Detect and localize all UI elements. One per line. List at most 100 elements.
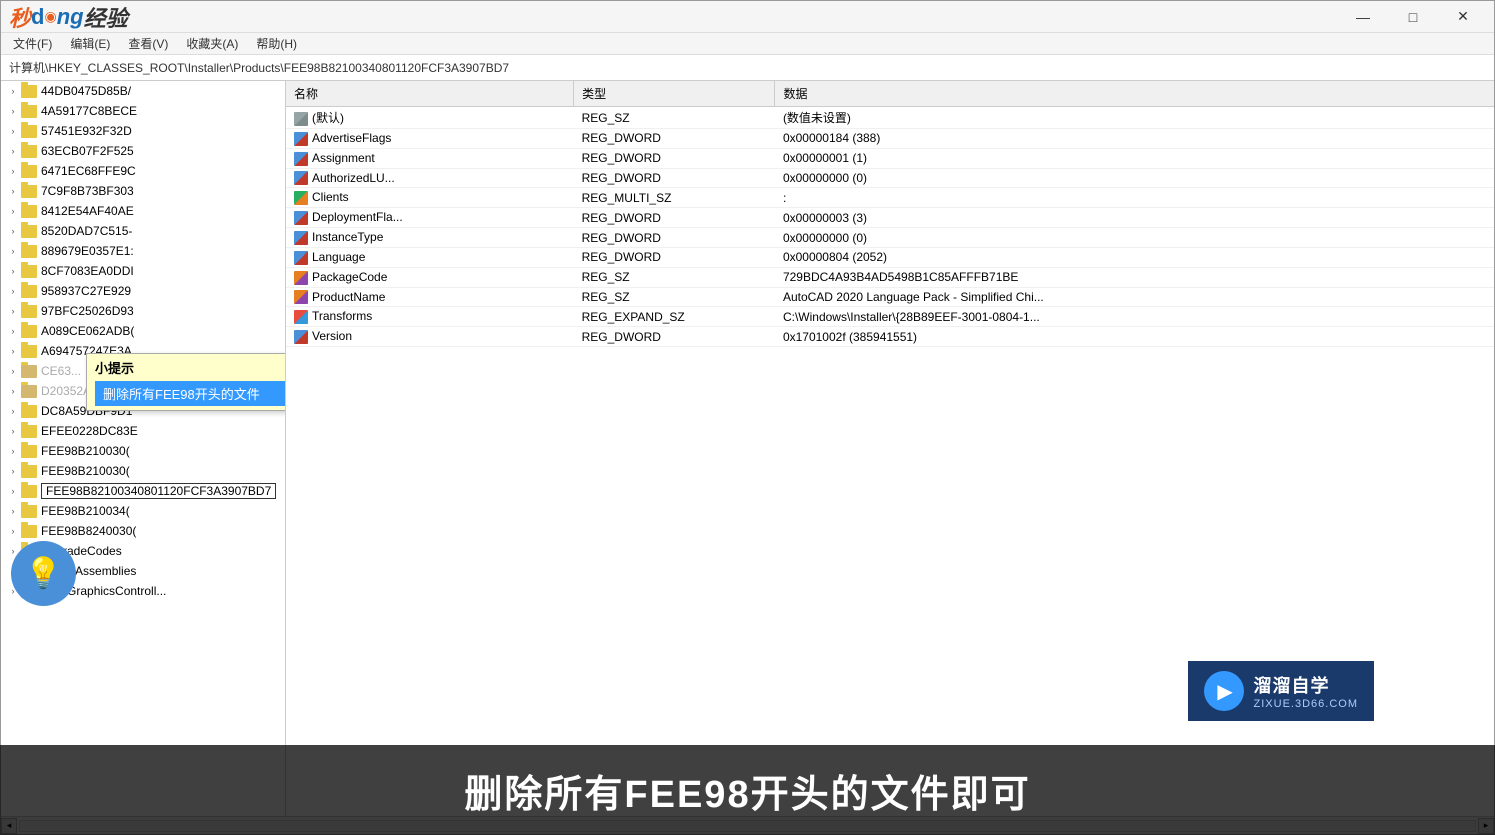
brand-sub-text: ZIXUE.3D66.COM (1254, 698, 1358, 710)
table-row[interactable]: (默认)REG_SZ(数值未设置) (286, 107, 1494, 129)
cell-data: 0x00000003 (3) (775, 208, 1494, 228)
cell-data: : (775, 188, 1494, 208)
minimize-button[interactable]: — (1340, 3, 1386, 31)
cell-name: Version (286, 327, 574, 347)
tree-item[interactable]: › FEE98B210034( (1, 501, 285, 521)
cell-name: AdvertiseFlags (286, 129, 574, 149)
maximize-button[interactable]: □ (1390, 3, 1436, 31)
cell-name: Transforms (286, 307, 574, 327)
menu-view[interactable]: 查看(V) (120, 33, 176, 54)
tree-item[interactable]: › 6471EC68FFE9C (1, 161, 285, 181)
expand-icon: › (5, 463, 21, 479)
lightbulb-container: 💡 (11, 541, 76, 606)
reg-type-icon (294, 330, 308, 344)
cell-type: REG_MULTI_SZ (574, 188, 775, 208)
expand-icon: › (5, 343, 21, 359)
tree-item[interactable]: › 44DB0475D85B/ (1, 81, 285, 101)
reg-type-icon (294, 231, 308, 245)
tree-item[interactable]: › 958937C27E929 (1, 281, 285, 301)
close-button[interactable]: ✕ (1440, 3, 1486, 31)
reg-type-icon (294, 310, 308, 324)
cell-name: AuthorizedLU... (286, 168, 574, 188)
tree-item[interactable]: › FEE98B210030( (1, 441, 285, 461)
folder-icon (21, 245, 37, 258)
cell-type: REG_DWORD (574, 129, 775, 149)
tree-item[interactable]: › 57451E932F32D (1, 121, 285, 141)
tree-label: 8412E54AF40AE (41, 204, 134, 218)
tree-label: 7C9F8B73BF303 (41, 184, 134, 198)
table-row[interactable]: ProductNameREG_SZAutoCAD 2020 Language P… (286, 287, 1494, 307)
table-row[interactable]: AssignmentREG_DWORD0x00000001 (1) (286, 148, 1494, 168)
table-row[interactable]: InstanceTypeREG_DWORD0x00000000 (0) (286, 228, 1494, 248)
expand-icon: › (5, 283, 21, 299)
tree-item[interactable]: › 63ECB07F2F525 (1, 141, 285, 161)
tree-label: 63ECB07F2F525 (41, 144, 134, 158)
lightbulb-icon: 💡 (11, 541, 76, 606)
cell-data: (数值未设置) (775, 107, 1494, 129)
cell-data: 0x00000184 (388) (775, 129, 1494, 149)
tree-item[interactable]: › 8520DAD7C515- (1, 221, 285, 241)
expand-icon: › (5, 403, 21, 419)
tree-item[interactable]: › A089CE062ADB( (1, 321, 285, 341)
expand-icon: › (5, 423, 21, 439)
tree-item[interactable]: › 8412E54AF40AE (1, 201, 285, 221)
table-row[interactable]: LanguageREG_DWORD0x00000804 (2052) (286, 247, 1494, 267)
tree-item[interactable]: › 7C9F8B73BF303 (1, 181, 285, 201)
expand-icon: › (5, 123, 21, 139)
address-bar[interactable]: 计算机\HKEY_CLASSES_ROOT\Installer\Products… (1, 55, 1494, 81)
table-row[interactable]: AuthorizedLU...REG_DWORD0x00000000 (0) (286, 168, 1494, 188)
folder-icon (21, 105, 37, 118)
tree-item[interactable]: › FEE98B210030( (1, 461, 285, 481)
reg-type-icon (294, 132, 308, 146)
expand-icon: › (5, 483, 21, 499)
tree-label: FEE98B210030( (41, 464, 130, 478)
cell-data: 729BDC4A93B4AD5498B1C85AFFFB71BE (775, 267, 1494, 287)
tree-item[interactable]: › FEE98B8240030( (1, 521, 285, 541)
folder-icon (21, 385, 37, 398)
menu-edit[interactable]: 编辑(E) (62, 33, 118, 54)
tree-pane[interactable]: › 44DB0475D85B/ › 4A59177C8BECE › 57451E… (1, 81, 286, 816)
cell-type: REG_EXPAND_SZ (574, 307, 775, 327)
window-controls: — □ ✕ (1340, 3, 1486, 31)
table-row[interactable]: TransformsREG_EXPAND_SZC:\Windows\Instal… (286, 307, 1494, 327)
tree-item[interactable]: › 4A59177C8BECE (1, 101, 285, 121)
menu-favorites[interactable]: 收藏夹(A) (178, 33, 246, 54)
tree-item[interactable]: › 8CF7083EA0DDI (1, 261, 285, 281)
table-row[interactable]: VersionREG_DWORD0x1701002f (385941551) (286, 327, 1494, 347)
table-row[interactable]: ClientsREG_MULTI_SZ: (286, 188, 1494, 208)
folder-icon (21, 325, 37, 338)
tree-label: FEE98B210030( (41, 444, 130, 458)
cell-name: (默认) (286, 107, 574, 129)
folder-icon (21, 365, 37, 378)
tree-item[interactable]: › 97BFC25026D93 (1, 301, 285, 321)
cell-name: InstanceType (286, 228, 574, 248)
tree-label: FEE98B210034( (41, 504, 130, 518)
col-header-data[interactable]: 数据 (775, 81, 1494, 107)
folder-icon (21, 425, 37, 438)
expand-icon: › (5, 83, 21, 99)
tree-item[interactable]: › EFEE0228DC83E (1, 421, 285, 441)
reg-type-icon (294, 112, 308, 126)
col-header-type[interactable]: 类型 (574, 81, 775, 107)
reg-type-icon (294, 271, 308, 285)
registry-table: 名称 类型 数据 (默认)REG_SZ(数值未设置)AdvertiseFlags… (286, 81, 1494, 347)
table-row[interactable]: DeploymentFla...REG_DWORD0x00000003 (3) (286, 208, 1494, 228)
folder-icon (21, 485, 37, 498)
tree-label: 958937C27E929 (41, 284, 131, 298)
expand-icon: › (5, 143, 21, 159)
tree-item[interactable]: › 889679E0357E1: (1, 241, 285, 261)
menu-help[interactable]: 帮助(H) (248, 33, 305, 54)
folder-icon (21, 85, 37, 98)
tree-item-selected[interactable]: › FEE98B82100340801120FCF3A3907BD7 (1, 481, 285, 501)
expand-icon: › (5, 263, 21, 279)
cell-type: REG_DWORD (574, 148, 775, 168)
expand-icon: › (5, 363, 21, 379)
col-header-name[interactable]: 名称 (286, 81, 574, 107)
tooltip-title: 小提示 (95, 358, 286, 377)
tree-label-editing: FEE98B82100340801120FCF3A3907BD7 (41, 483, 276, 499)
table-row[interactable]: PackageCodeREG_SZ729BDC4A93B4AD5498B1C85… (286, 267, 1494, 287)
table-row[interactable]: AdvertiseFlagsREG_DWORD0x00000184 (388) (286, 129, 1494, 149)
expand-icon: › (5, 163, 21, 179)
tree-label: 4A59177C8BECE (41, 104, 137, 118)
menu-file[interactable]: 文件(F) (5, 33, 60, 54)
